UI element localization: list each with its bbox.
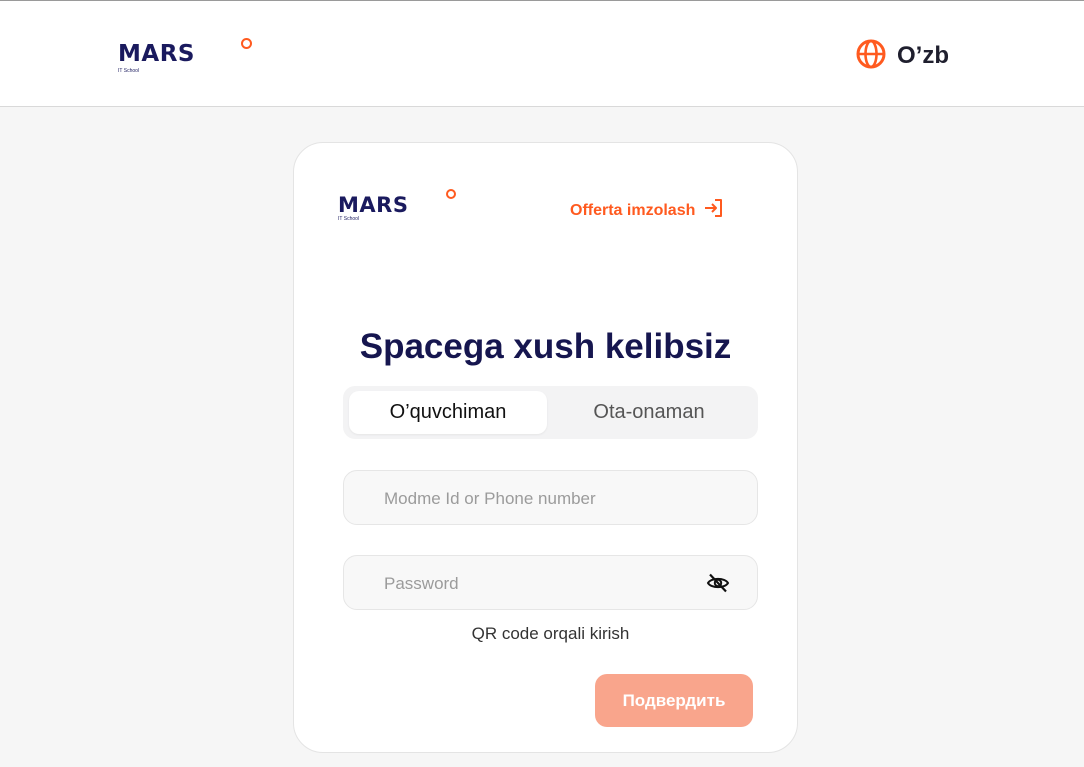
globe-icon: [855, 38, 887, 75]
logo-wordmark: MARS: [118, 41, 195, 67]
eye-off-icon[interactable]: [706, 571, 730, 600]
logo-ring-icon: [241, 38, 252, 49]
top-bar: MARS IT School O’zb: [0, 0, 1084, 107]
login-field: [343, 470, 758, 526]
login-input[interactable]: [382, 471, 706, 526]
submit-button[interactable]: Подвердить: [595, 674, 753, 727]
language-label: O’zb: [897, 42, 949, 69]
login-card: MARS IT School Offerta imzolash Spacega …: [293, 142, 798, 753]
logo-subtitle: IT School: [338, 216, 360, 222]
sign-in-icon: [703, 197, 725, 224]
tab-parent[interactable]: Ota-onaman: [550, 391, 748, 434]
logo-ring-icon: [446, 189, 456, 199]
qr-login-link[interactable]: QR code orqali kirish: [294, 624, 807, 644]
page-title: Spacega xush kelibsiz: [359, 327, 732, 366]
role-tabs: O’quvchiman Ota-onaman: [343, 386, 758, 439]
offerta-label: Offerta imzolash: [570, 201, 696, 219]
offerta-link[interactable]: Offerta imzolash: [570, 197, 725, 224]
language-switcher[interactable]: O’zb: [855, 38, 949, 75]
tab-student[interactable]: O’quvchiman: [349, 391, 547, 434]
logo-subtitle: IT School: [118, 68, 140, 74]
logo-wordmark: MARS: [338, 193, 409, 217]
header-logo[interactable]: MARS IT School: [118, 38, 258, 77]
password-input[interactable]: [382, 556, 706, 611]
password-field: [343, 555, 758, 611]
card-logo: MARS IT School: [338, 189, 458, 225]
